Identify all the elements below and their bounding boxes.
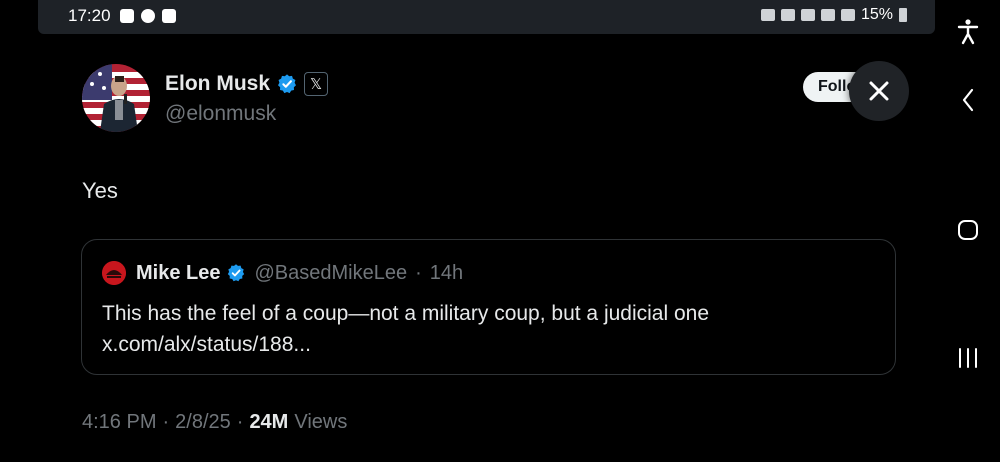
accessibility-icon xyxy=(957,19,978,45)
status-time: 17:20 xyxy=(68,6,111,25)
wifi-icon xyxy=(820,9,835,21)
tweet-date: 2/8/25 xyxy=(175,411,231,433)
quoted-tweet-header: Mike Lee @BasedMikeLee · 14h xyxy=(102,261,463,285)
status-right-icons: 15% xyxy=(760,6,907,24)
quoted-tweet[interactable]: Mike Lee @BasedMikeLee · 14h This has th… xyxy=(81,239,896,375)
battery-percent: 15% xyxy=(860,6,893,23)
tweet-time: 4:16 PM xyxy=(82,411,157,433)
x-affiliate-icon: 𝕏 xyxy=(304,72,329,96)
accessibility-button[interactable] xyxy=(935,12,1000,52)
home-icon xyxy=(957,220,978,240)
close-icon xyxy=(869,81,889,101)
key-icon xyxy=(760,9,775,21)
quoted-author-handle: @BasedMikeLee xyxy=(254,261,408,284)
close-button[interactable] xyxy=(849,61,909,121)
author-name[interactable]: Elon Musk xyxy=(165,72,270,96)
author-handle[interactable]: @elonmusk xyxy=(165,102,276,126)
mute-icon xyxy=(800,9,815,21)
separator-dot: · xyxy=(162,411,170,433)
quoted-verified-badge-icon xyxy=(228,264,245,282)
views-label: Views xyxy=(294,411,348,433)
do-not-disturb-icon xyxy=(141,9,155,23)
signal-icon xyxy=(840,9,855,21)
author-avatar[interactable] xyxy=(82,64,150,132)
navigation-bar xyxy=(935,0,1000,462)
quoted-author-avatar xyxy=(102,261,126,285)
quoted-tweet-age: 14h xyxy=(429,261,464,284)
battery-icon xyxy=(899,8,907,22)
status-left-icons xyxy=(120,9,176,23)
quoted-tweet-text: This has the feel of a coup—not a milita… xyxy=(102,302,710,356)
recents-button[interactable] xyxy=(935,338,1000,378)
quoted-author-name: Mike Lee xyxy=(136,261,221,284)
back-button[interactable] xyxy=(935,80,1000,120)
alert-icon xyxy=(120,9,134,23)
image-icon xyxy=(162,9,176,23)
views-count: 24M xyxy=(249,411,289,433)
alarm-icon xyxy=(780,9,795,21)
tweet-text: Yes xyxy=(82,178,118,203)
recents-icon xyxy=(958,348,977,368)
status-bar: 17:20 15% xyxy=(38,0,935,34)
verified-badge-icon xyxy=(278,74,296,94)
separator-dot: · xyxy=(415,261,422,284)
author-name-row: Elon Musk 𝕏 xyxy=(165,72,329,96)
tweet-metadata: 4:16 PM · 2/8/25 · 24M Views xyxy=(82,411,347,434)
back-icon xyxy=(962,88,973,112)
separator-dot: · xyxy=(236,411,244,433)
home-button[interactable] xyxy=(935,210,1000,250)
